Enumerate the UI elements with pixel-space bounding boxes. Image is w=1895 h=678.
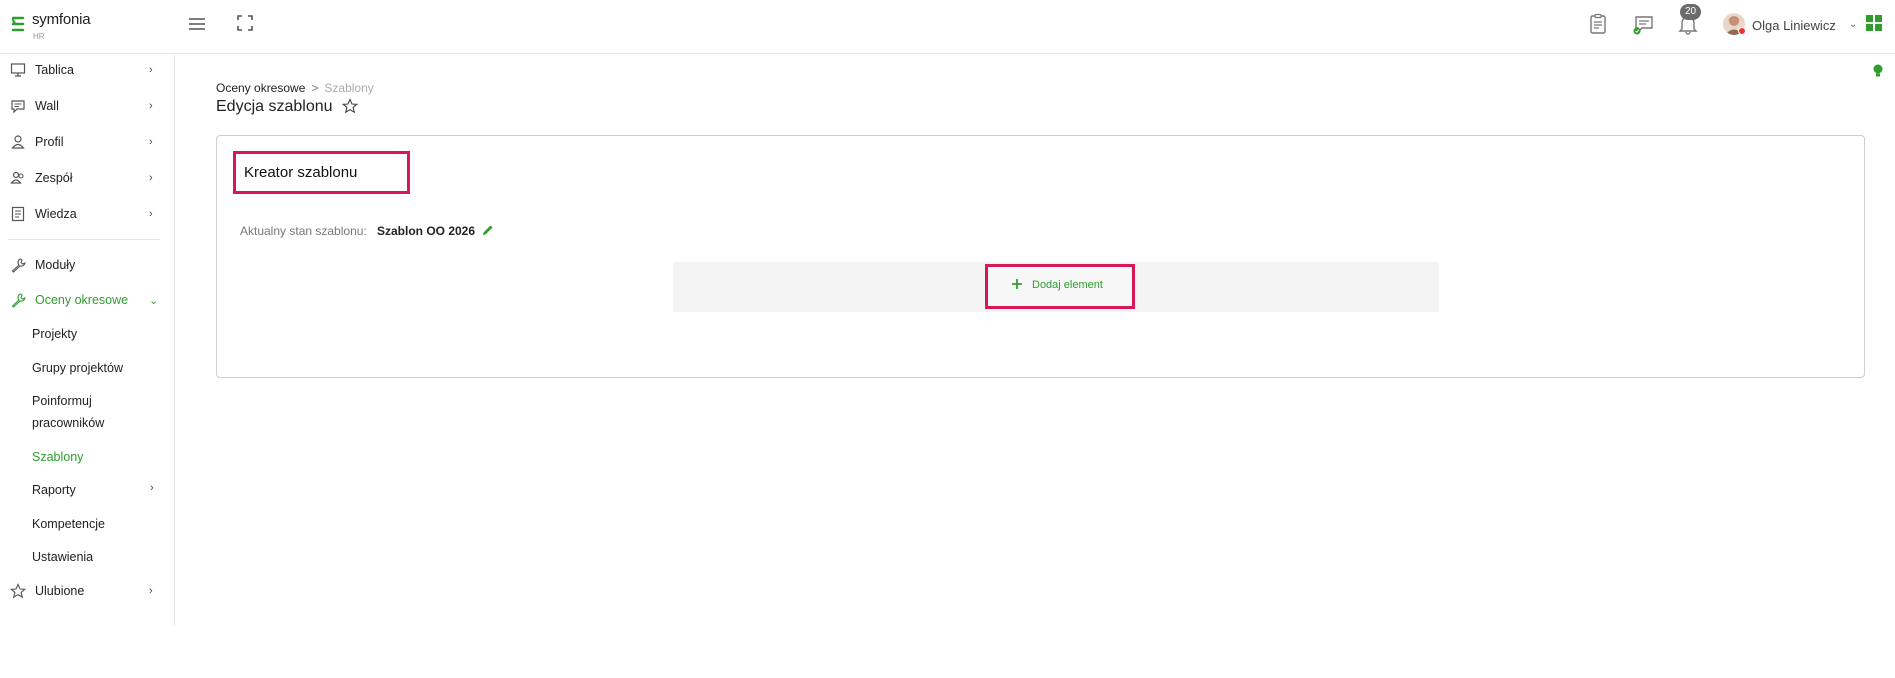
creator-title-box: Kreator szablonu	[233, 151, 410, 194]
lightbulb-icon[interactable]	[1872, 64, 1884, 78]
sidebar-item-zespol[interactable]: Zespół ›	[0, 163, 175, 193]
clipboard-icon[interactable]	[1587, 13, 1609, 35]
wrench-icon	[11, 293, 26, 308]
chevron-right-icon: ›	[149, 172, 153, 184]
chevron-right-icon: ›	[149, 136, 153, 148]
sidebar-subitem-ustawienia[interactable]: Ustawienia	[32, 546, 93, 568]
breadcrumb-separator: >	[311, 81, 319, 95]
chat-icon[interactable]	[1633, 13, 1655, 35]
breadcrumb: Oceny okresowe > Szablony	[216, 81, 374, 95]
chevron-down-icon: ⌄	[149, 294, 159, 307]
sidebar-subitem-kompetencje[interactable]: Kompetencje	[32, 513, 105, 535]
star-icon	[10, 583, 26, 599]
sidebar-item-tablica[interactable]: Tablica ›	[0, 55, 175, 85]
plus-icon	[1012, 279, 1022, 289]
apps-icon[interactable]	[1866, 15, 1882, 31]
sidebar-subitem-grupy-projektow[interactable]: Grupy projektów	[32, 357, 123, 379]
template-editor-card: Kreator szablonu Aktualny stan szablonu:…	[216, 135, 1865, 378]
top-header: symfonia HR 20 Olga Liniewicz ⌄	[0, 0, 1895, 54]
team-icon	[10, 171, 24, 184]
sidebar-divider	[8, 239, 160, 240]
sidebar-item-wall[interactable]: Wall ›	[0, 91, 175, 121]
page-title: Edycja szablonu	[216, 98, 333, 115]
sidebar-item-wiedza[interactable]: Wiedza ›	[0, 199, 175, 229]
state-label: Aktualny stan szablonu:	[240, 224, 367, 238]
chevron-right-icon: ›	[149, 585, 153, 597]
sidebar-subitem-raporty[interactable]: Raporty	[32, 479, 76, 501]
chevron-down-icon[interactable]: ⌄	[1849, 19, 1857, 30]
chevron-right-icon: ›	[149, 208, 153, 220]
favorite-star-icon[interactable]	[342, 98, 358, 114]
wrench-icon	[11, 258, 26, 273]
sidebar-subitem-poinformuj[interactable]: Poinformuj	[32, 390, 92, 412]
sidebar: Tablica › Wall › Profil › Zespół › Wiedz…	[0, 55, 175, 625]
user-icon	[11, 135, 25, 149]
status-dot	[1738, 27, 1746, 35]
sidebar-item-label: Profil	[35, 135, 64, 149]
sidebar-item-label: Moduły	[35, 258, 76, 272]
board-icon	[10, 63, 26, 77]
brand-name: symfonia	[32, 11, 91, 28]
chevron-right-icon: ›	[149, 100, 153, 112]
breadcrumb-parent[interactable]: Oceny okresowe	[216, 81, 305, 95]
pencil-icon[interactable]	[482, 224, 494, 236]
sidebar-item-label: Tablica	[35, 63, 74, 77]
sidebar-item-label: Oceny okresowe	[35, 293, 129, 307]
sidebar-item-moduly[interactable]: Moduły	[0, 250, 175, 280]
state-value: Szablon OO 2026	[377, 224, 476, 238]
fullscreen-icon[interactable]	[236, 14, 254, 32]
sidebar-subitem-szablony[interactable]: Szablony	[32, 446, 83, 468]
sidebar-subitem-pracownikow[interactable]: pracowników	[32, 412, 104, 434]
sidebar-subitem-projekty[interactable]: Projekty	[32, 323, 77, 345]
sidebar-item-ulubione[interactable]: Ulubione ›	[0, 576, 175, 606]
wall-icon	[11, 100, 25, 114]
breadcrumb-current: Szablony	[324, 81, 374, 95]
book-icon	[11, 206, 25, 222]
notification-badge: 20	[1680, 4, 1702, 20]
chevron-right-icon: ›	[149, 64, 153, 76]
user-name[interactable]: Olga Liniewicz	[1752, 18, 1836, 33]
sidebar-item-label: Zespół	[35, 171, 73, 185]
logo-icon	[11, 16, 25, 32]
sidebar-item-label: Ulubione	[35, 584, 85, 598]
brand-sub: HR	[33, 32, 45, 41]
add-element-button[interactable]: Dodaj element	[985, 264, 1135, 309]
logo[interactable]: symfonia HR	[10, 11, 91, 41]
sidebar-item-oceny-okresowe[interactable]: Oceny okresowe ⌄	[0, 285, 175, 315]
sidebar-item-profil[interactable]: Profil ›	[0, 127, 175, 157]
card-title: Kreator szablonu	[244, 164, 358, 181]
sidebar-item-label: Wall	[35, 99, 59, 113]
add-element-label: Dodaj element	[1032, 279, 1103, 291]
chevron-right-icon: ›	[150, 482, 154, 494]
menu-icon[interactable]	[188, 15, 206, 33]
sidebar-item-label: Wiedza	[35, 207, 77, 221]
